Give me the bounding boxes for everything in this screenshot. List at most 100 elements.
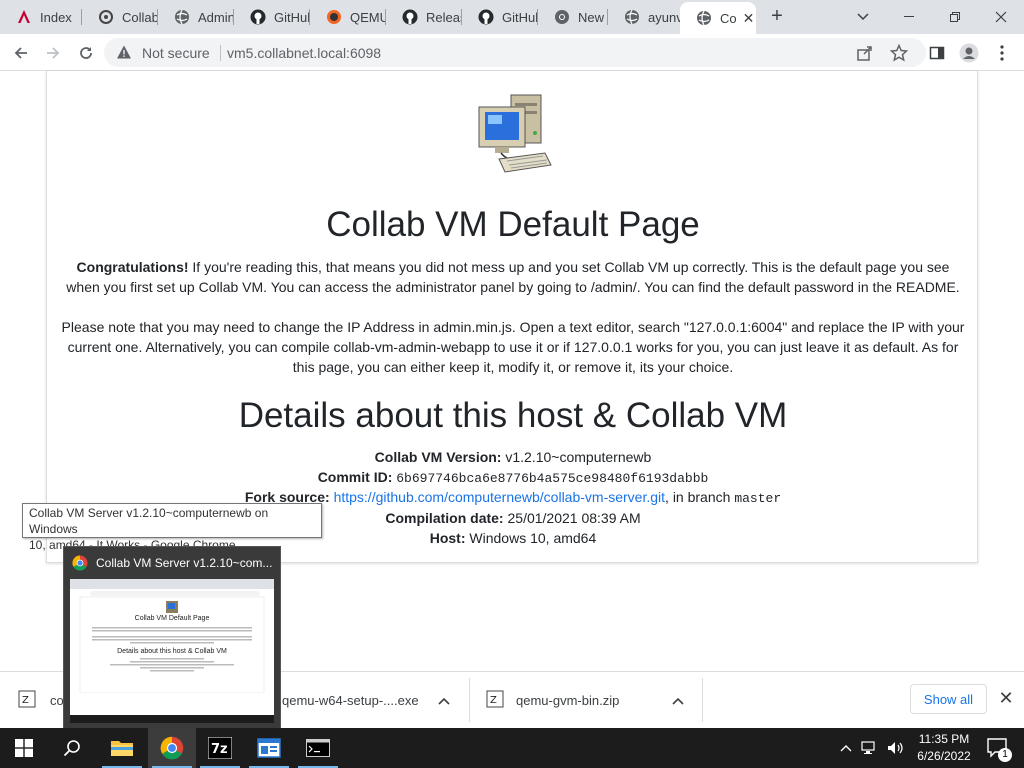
download-item-2[interactable]: qemu-w64-setup-....exe (282, 672, 419, 729)
computer-icon (477, 93, 553, 177)
side-panel-icon[interactable] (924, 40, 950, 66)
taskbar-tooltip: Collab VM Server v1.2.10~computernewb on… (22, 503, 322, 552)
tab-index[interactable]: Index (0, 0, 82, 34)
fork-source-link[interactable]: https://github.com/computernewb/collab-v… (334, 489, 665, 505)
thumbnail-header: Collab VM Server v1.2.10~com... (72, 553, 272, 573)
minimize-button[interactable] (886, 0, 932, 34)
host-value: Windows 10, amd64 (465, 530, 597, 546)
download-divider (469, 678, 470, 722)
search-button[interactable] (48, 728, 96, 768)
security-label[interactable]: Not secure (142, 45, 210, 61)
tab-github-1[interactable]: GitHub (234, 0, 310, 34)
show-all-button[interactable]: Show all (910, 684, 987, 714)
terminal-icon (306, 739, 330, 757)
reload-button[interactable] (73, 40, 99, 66)
tab-github-2[interactable]: GitHub (462, 0, 538, 34)
chrome-icon (554, 9, 570, 25)
host-label: Host: (429, 530, 466, 546)
tab-ayunv[interactable]: ayunv (608, 0, 680, 34)
congrats-paragraph: Congratulations! If you're reading this,… (61, 257, 965, 297)
7zip-button[interactable]: 7z (196, 728, 244, 768)
address-bar[interactable]: Not secure vm5.collabnet.local:6098 (104, 38, 926, 67)
download-divider (702, 678, 703, 722)
windows-logo-icon (15, 739, 33, 757)
restore-button[interactable] (932, 0, 978, 34)
back-button[interactable] (8, 40, 34, 66)
volume-icon[interactable] (884, 728, 908, 768)
archive-file-icon: Z (18, 690, 36, 711)
ip-note-paragraph: Please note that you may need to change … (61, 319, 965, 375)
version-value: v1.2.10~computernewb (501, 449, 652, 465)
chrome-taskbar-button[interactable] (148, 728, 196, 768)
system-clock[interactable]: 11:35 PM 6/26/2022 (912, 731, 976, 765)
taskbar-thumbnail-preview[interactable]: Collab VM Server v1.2.10~com... Collab V… (63, 546, 281, 729)
tab-title: Collab (122, 9, 158, 25)
globe-icon (696, 10, 712, 26)
close-window-button[interactable] (978, 0, 1024, 34)
warning-icon[interactable] (116, 44, 132, 65)
thumbnail-mini-title: Collab VM Default Page (134, 615, 210, 622)
close-tab-icon[interactable]: ✕ (743, 10, 755, 27)
close-download-bar-icon[interactable]: ✕ (996, 688, 1016, 710)
app-window-button[interactable] (245, 728, 293, 768)
chrome-icon (72, 555, 88, 571)
version-label: Collab VM Version: (374, 449, 502, 465)
tab-search-icon[interactable] (840, 0, 886, 34)
action-center-button[interactable]: 1 (978, 728, 1018, 768)
download-item-1[interactable]: Z co (18, 672, 64, 729)
commit-label: Commit ID: (317, 469, 393, 485)
omnibox-divider (220, 45, 221, 61)
bookmark-star-icon[interactable] (889, 43, 909, 62)
tab-admin[interactable]: Admin (158, 0, 234, 34)
windows-taskbar: 7z 11:35 PM 6/26/2022 1 (0, 728, 1024, 768)
download-chevron-3[interactable] (672, 672, 684, 729)
commit-row: Commit ID: 6b697746bca6e8776b4a575ce9848… (47, 467, 979, 489)
file-explorer-button[interactable] (98, 728, 146, 768)
tab-title: GitHub (502, 9, 538, 25)
thumbnail-screenshot: Collab VM Default Page Details about thi… (70, 579, 274, 723)
tab-title: ayunv (648, 9, 680, 25)
download-filename: qemu-gvm-bin.zip (516, 693, 620, 708)
notification-badge: 1 (998, 748, 1012, 762)
url-text[interactable]: vm5.collabnet.local:6098 (227, 45, 381, 61)
tab-new-tab[interactable]: New T (538, 0, 608, 34)
svg-text:Z: Z (22, 695, 29, 706)
forward-button[interactable] (40, 40, 66, 66)
tab-collabvm-active[interactable]: Co ✕ (680, 2, 756, 34)
terminal-button[interactable] (294, 728, 342, 768)
download-item-3[interactable]: Z qemu-gvm-bin.zip (486, 672, 619, 729)
congrats-text: If you're reading this, that means you d… (66, 259, 960, 295)
tab-title: Admin (198, 9, 234, 25)
commit-value: 6b697746bca6e8776b4a575ce98480f6193dabbb (396, 471, 709, 486)
download-filename: co (50, 693, 64, 708)
page-title: Collab VM Default Page (326, 205, 700, 244)
share-icon[interactable] (856, 44, 874, 62)
network-icon[interactable] (858, 728, 882, 768)
app-window-icon (257, 738, 281, 758)
browser-toolbar: Not secure vm5.collabnet.local:6098 (0, 34, 1024, 71)
tray-overflow-icon[interactable] (836, 728, 856, 768)
chrome-icon (160, 736, 184, 760)
globe-icon (624, 9, 640, 25)
tab-collab[interactable]: Collab (82, 0, 158, 34)
download-chevron-2[interactable] (438, 672, 450, 729)
new-tab-button[interactable]: + (766, 6, 788, 28)
tab-title: Releas (426, 9, 462, 25)
content-card: Collab VM Default Page Congratulations! … (46, 71, 978, 563)
compilation-value: 25/01/2021 08:39 AM (503, 510, 641, 526)
collabvm-icon (98, 9, 114, 25)
tab-strip: Index Collab Admin GitHub QEMU Releas (0, 0, 1024, 34)
search-icon (63, 740, 80, 757)
profile-avatar-icon[interactable] (956, 40, 982, 66)
details-heading: Details about this host & Collab VM (238, 396, 788, 435)
start-button[interactable] (0, 728, 48, 768)
congrats-bold: Congratulations! (76, 259, 189, 275)
tab-title: New T (578, 9, 608, 25)
globe-icon (174, 9, 190, 25)
archive-file-icon: Z (486, 690, 504, 711)
fork-branch-prefix: , in branch (665, 489, 735, 505)
tab-releases[interactable]: Releas (386, 0, 462, 34)
tab-qemu[interactable]: QEMU (310, 0, 386, 34)
menu-kebab-icon[interactable] (989, 40, 1015, 66)
7zip-icon: 7z (208, 737, 232, 759)
